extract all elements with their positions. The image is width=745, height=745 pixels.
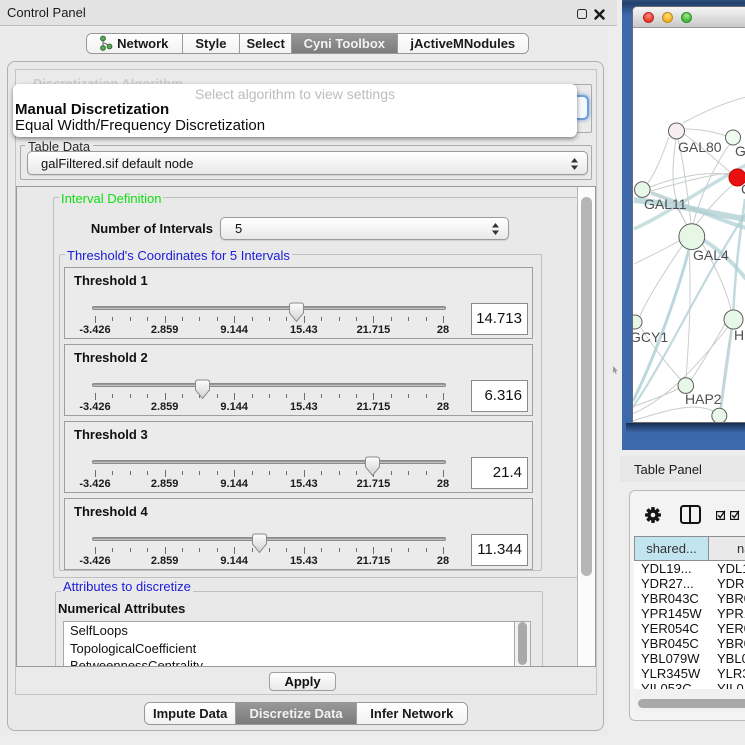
svg-text:GAL4: GAL4 <box>693 247 729 263</box>
svg-text:GAL11: GAL11 <box>644 196 687 212</box>
svg-text:H: H <box>734 327 744 343</box>
svg-text:GAL80: GAL80 <box>678 139 722 155</box>
svg-text:C: C <box>741 181 745 197</box>
svg-text:GCY1: GCY1 <box>633 329 668 345</box>
svg-text:GA: GA <box>735 143 745 159</box>
svg-text:HAP2: HAP2 <box>685 391 722 407</box>
